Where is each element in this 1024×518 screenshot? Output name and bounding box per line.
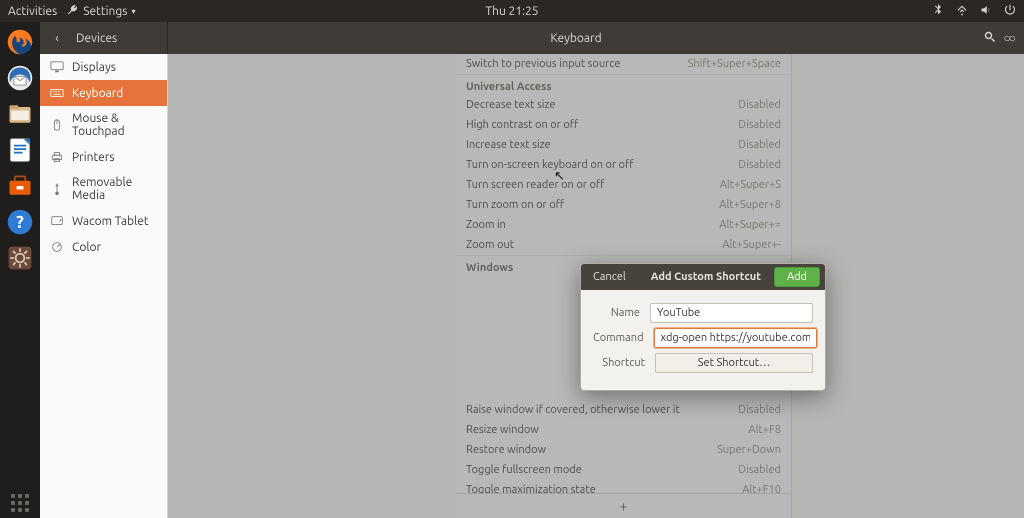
dock-firefox[interactable] (4, 26, 36, 58)
window-menu-icon[interactable]: ○○ (1004, 31, 1015, 45)
dock-files[interactable] (4, 98, 36, 130)
name-label: Name (593, 307, 640, 319)
volume-icon[interactable] (980, 4, 992, 19)
settings-content: Switch to previous input source Shift+Su… (168, 54, 1024, 518)
shortcut-field-label: Shortcut (593, 357, 645, 369)
sidebar-item-label: Wacom Tablet (72, 215, 149, 228)
bluetooth-icon[interactable] (932, 4, 944, 19)
dock-help[interactable]: ? (4, 206, 36, 238)
wrench-icon (67, 4, 79, 19)
sidebar-item-label: Displays (72, 61, 116, 74)
usb-icon (50, 182, 64, 196)
settings-headerbar: ‹ Devices Keyboard ○○ (40, 22, 1024, 54)
dock-software[interactable] (4, 170, 36, 202)
add-shortcut-dialog: Cancel Add Custom Shortcut Add Name Comm… (580, 263, 826, 391)
dock-libreoffice-writer[interactable] (4, 134, 36, 166)
color-icon (50, 240, 64, 254)
chevron-down-icon: ▾ (131, 7, 135, 16)
sidebar-item-color[interactable]: Color (40, 234, 167, 260)
sidebar-item-keyboard[interactable]: Keyboard (40, 80, 167, 106)
active-application[interactable]: Settings ▾ (67, 4, 135, 19)
sidebar-item-label: Color (72, 241, 101, 254)
clock[interactable]: Thu 21:25 (485, 5, 538, 18)
settings-window: ‹ Devices Keyboard ○○ Displays Keyboard Mo… (40, 22, 1024, 518)
dock-thunderbird[interactable] (4, 62, 36, 94)
name-input[interactable] (650, 303, 813, 323)
dock-settings[interactable] (4, 242, 36, 274)
dialog-title: Add Custom Shortcut (638, 271, 774, 283)
activities-button[interactable]: Activities (8, 5, 57, 18)
network-icon[interactable] (956, 4, 968, 19)
display-icon (50, 60, 64, 74)
cancel-button[interactable]: Cancel (581, 271, 638, 283)
gnome-topbar: Activities Settings ▾ Thu 21:25 (0, 0, 1024, 22)
sidebar-item-displays[interactable]: Displays (40, 54, 167, 80)
keyboard-icon (50, 86, 64, 100)
dock: ? (0, 22, 40, 518)
tablet-icon (50, 214, 64, 228)
sidebar-item-label: Mouse & Touchpad (72, 112, 157, 138)
sidebar-item-wacom-tablet[interactable]: Wacom Tablet (40, 208, 167, 234)
modal-backdrop: Cancel Add Custom Shortcut Add Name Comm… (168, 54, 1024, 518)
header-title: Keyboard (168, 32, 984, 45)
sidebar-item-removable-media[interactable]: Removable Media (40, 170, 167, 208)
command-input[interactable] (654, 328, 817, 348)
sidebar-item-mouse-touchpad[interactable]: Mouse & Touchpad (40, 106, 167, 144)
add-button[interactable]: Add (774, 267, 820, 287)
show-applications-button[interactable] (0, 494, 40, 512)
active-app-label: Settings (83, 5, 127, 18)
sidebar-item-printers[interactable]: Printers (40, 144, 167, 170)
sidebar-item-label: Removable Media (72, 176, 157, 202)
back-button[interactable]: ‹ (48, 32, 66, 45)
sidebar-item-label: Printers (72, 151, 115, 164)
header-section-label: Devices (76, 32, 117, 45)
set-shortcut-button[interactable]: Set Shortcut… (655, 353, 813, 373)
command-label: Command (593, 332, 644, 344)
printer-icon (50, 150, 64, 164)
mouse-icon (50, 118, 64, 132)
svg-text:?: ? (16, 213, 24, 232)
settings-sidebar: Displays Keyboard Mouse & Touchpad Printers… (40, 54, 168, 518)
sidebar-item-label: Keyboard (72, 87, 123, 100)
power-icon[interactable] (1004, 4, 1016, 19)
search-icon[interactable] (984, 31, 996, 46)
